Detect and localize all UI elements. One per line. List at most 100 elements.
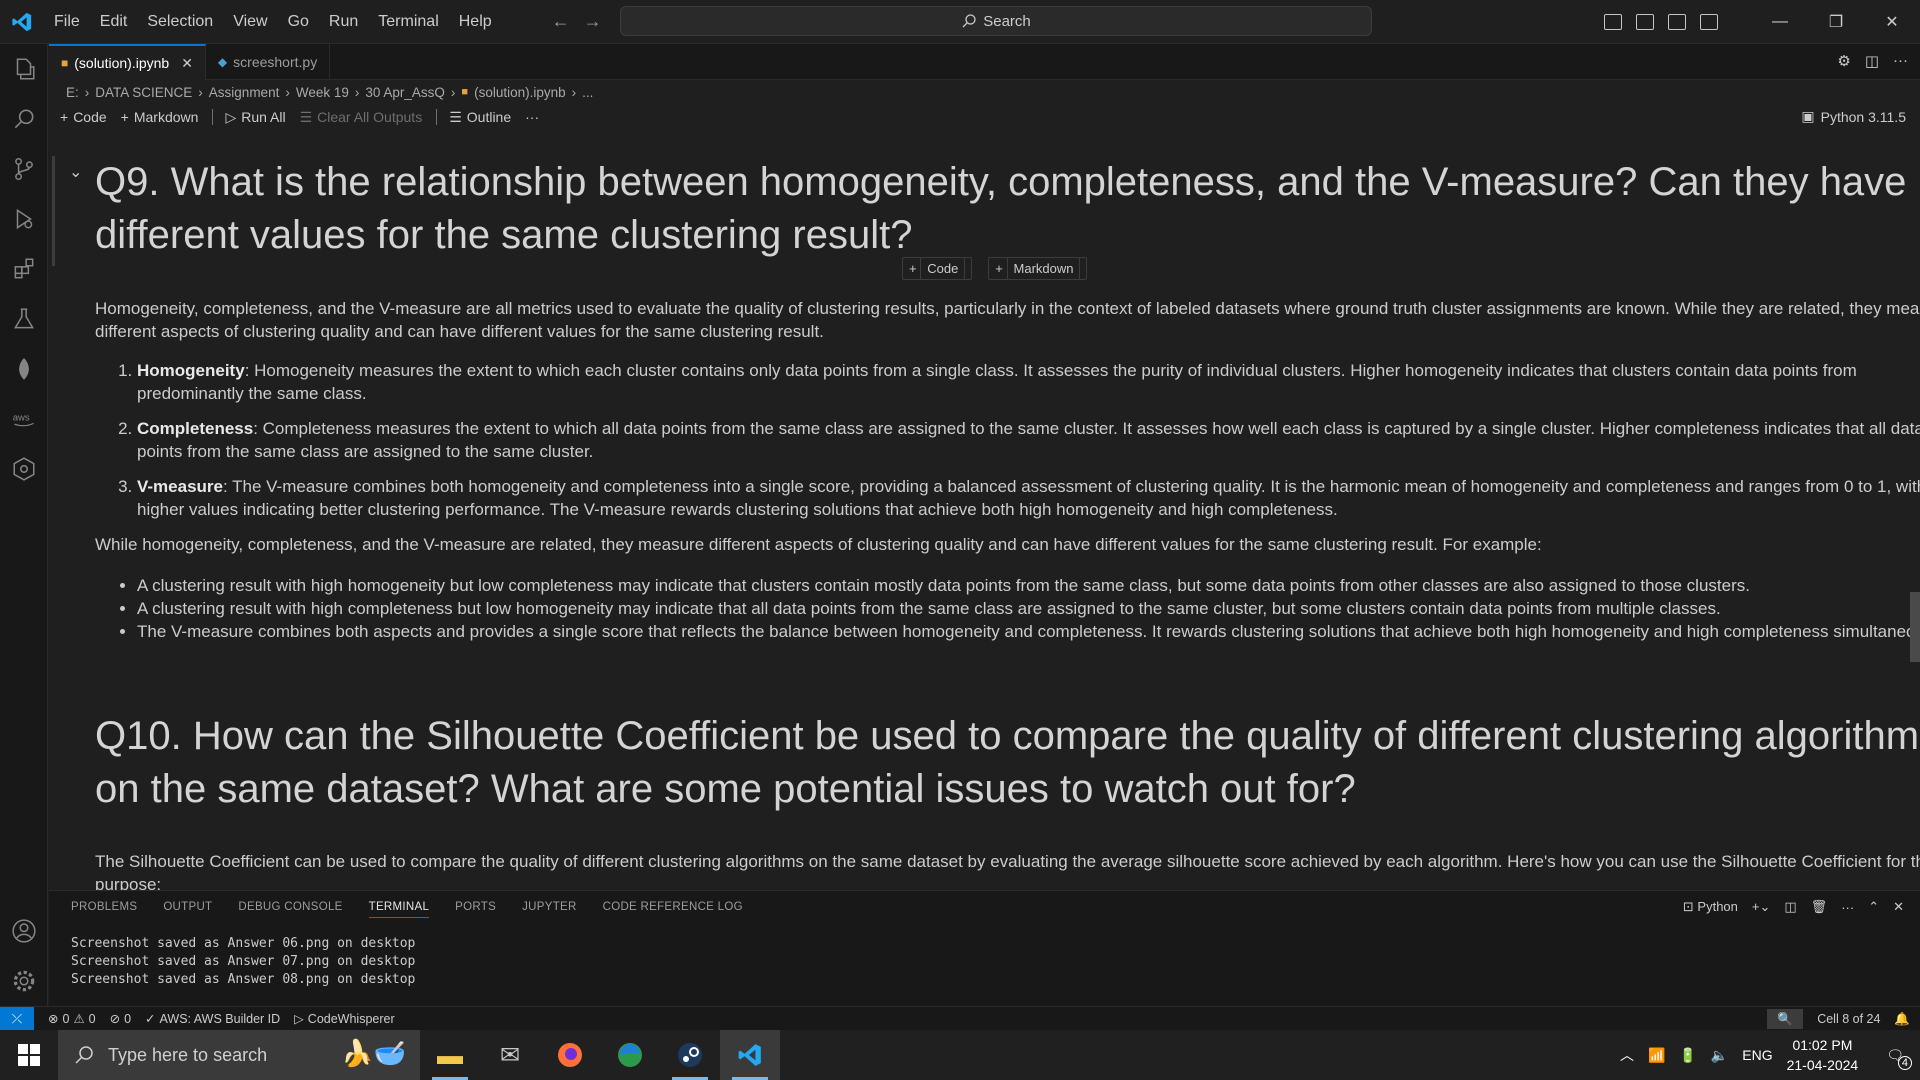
explorer-icon[interactable]: [0, 44, 48, 94]
problems-status[interactable]: ⊗ 0 ⚠ 0: [48, 1011, 96, 1027]
editor-scrollbar[interactable]: [1910, 592, 1920, 662]
kernel-icon: ▣: [1801, 108, 1815, 124]
customize-layout-icon[interactable]: [1700, 14, 1718, 30]
vscode-taskbar-icon[interactable]: [720, 1030, 780, 1080]
toggle-secondary-sidebar-icon[interactable]: [1668, 14, 1686, 30]
run-debug-icon[interactable]: [0, 194, 48, 244]
trash-icon[interactable]: 🗑: [1811, 899, 1828, 915]
breadcrumb-item[interactable]: ...: [582, 85, 593, 100]
back-arrow-icon[interactable]: ←: [552, 11, 570, 32]
add-code-cell-button[interactable]: + Code: [60, 109, 107, 125]
notifications-bell-icon[interactable]: 🔔: [1894, 1012, 1910, 1027]
new-terminal-icon[interactable]: +⌄: [1752, 899, 1770, 915]
toggle-primary-sidebar-icon[interactable]: [1604, 14, 1622, 30]
clear-all-outputs-button[interactable]: ☰ Clear All Outputs: [300, 109, 423, 126]
menu-file[interactable]: File: [44, 0, 90, 44]
tab-jupyter[interactable]: JUPYTER: [522, 901, 577, 918]
search-icon[interactable]: [0, 94, 48, 144]
tab-terminal[interactable]: TERMINAL: [368, 901, 430, 918]
tab-screeshort-py[interactable]: ◆ screeshort.py: [206, 44, 331, 80]
tab-code-reference-log[interactable]: CODE REFERENCE LOG: [603, 901, 743, 918]
breadcrumb-item[interactable]: 30 Apr_AssQ: [365, 85, 445, 100]
menu-edit[interactable]: Edit: [90, 0, 138, 44]
show-hidden-icons-chevron-icon[interactable]: ︿: [1620, 1045, 1634, 1065]
tab-problems[interactable]: PROBLEMS: [71, 901, 137, 918]
markdown-cell-q10-answer[interactable]: The Silhouette Coefficient can be used t…: [95, 850, 1920, 890]
terminal-output[interactable]: Screenshot saved as Answer 06.png on des…: [71, 935, 415, 989]
accounts-icon[interactable]: [0, 906, 48, 956]
network-wifi-icon[interactable]: 📶: [1648, 1047, 1665, 1064]
leaf-icon[interactable]: [0, 344, 48, 394]
tab-label: screeshort.py: [233, 54, 318, 70]
terminal-shell-selector[interactable]: ⊡ Python: [1683, 899, 1738, 915]
more-actions-icon[interactable]: ···: [1841, 900, 1854, 915]
run-all-button[interactable]: ▷ Run All: [225, 109, 285, 126]
aws-status[interactable]: ✓ AWS: AWS Builder ID: [145, 1011, 280, 1027]
steam-icon[interactable]: [660, 1030, 720, 1080]
ports-status[interactable]: ⊘ 0: [109, 1011, 131, 1027]
remote-indicator-icon[interactable]: ⤫: [0, 1006, 34, 1031]
close-window-button[interactable]: ✕: [1864, 12, 1920, 32]
split-terminal-icon[interactable]: ◫: [1784, 899, 1796, 915]
more-actions-icon[interactable]: ···: [1893, 52, 1908, 70]
close-panel-icon[interactable]: ✕: [1893, 899, 1904, 915]
collapse-chevron-icon[interactable]: ⌄: [69, 162, 82, 182]
insert-markdown-cell-button[interactable]: + Markdown: [988, 257, 1088, 280]
breadcrumb-item[interactable]: (solution).ipynb: [474, 85, 566, 100]
menu-view[interactable]: View: [223, 0, 277, 44]
file-explorer-icon[interactable]: ▬: [420, 1030, 480, 1080]
notification-center-icon[interactable]: 🗨 4: [1886, 1047, 1912, 1070]
toggle-panel-icon[interactable]: [1636, 14, 1654, 30]
edge-browser-icon[interactable]: [600, 1030, 660, 1080]
codewhisperer-status[interactable]: ▷ CodeWhisperer: [294, 1011, 394, 1027]
language-indicator[interactable]: ENG: [1742, 1047, 1772, 1063]
breadcrumb-item[interactable]: Assignment: [209, 85, 280, 100]
maximize-panel-icon[interactable]: ⌃: [1868, 899, 1879, 915]
source-control-icon[interactable]: [0, 144, 48, 194]
breadcrumb-item[interactable]: E:: [66, 85, 79, 100]
error-icon: ⊗: [48, 1012, 59, 1026]
windows-start-icon[interactable]: [0, 1030, 58, 1080]
cell-position[interactable]: Cell 8 of 24: [1817, 1012, 1880, 1026]
split-editor-icon[interactable]: ◫: [1865, 52, 1879, 70]
command-center-search[interactable]: Search: [620, 6, 1372, 36]
volume-icon[interactable]: 🔈: [1711, 1047, 1728, 1064]
battery-icon[interactable]: 🔋: [1679, 1047, 1696, 1064]
aws-icon[interactable]: aws: [0, 394, 48, 444]
menu-go[interactable]: Go: [278, 0, 319, 44]
breadcrumb-item[interactable]: DATA SCIENCE: [95, 85, 192, 100]
taskbar-search-box[interactable]: Type here to search 🍌🥣: [58, 1030, 420, 1080]
extensions-icon[interactable]: [0, 244, 48, 294]
markdown-cell-answer[interactable]: Homogeneity, completeness, and the V-mea…: [95, 297, 1920, 643]
zoom-icon[interactable]: 🔍: [1767, 1009, 1804, 1029]
ports-icon: ⊘: [109, 1012, 121, 1026]
markdown-cell-q10[interactable]: Q10. How can the Silhouette Coefficient …: [95, 710, 1920, 816]
hexagon-extension-icon[interactable]: [0, 444, 48, 494]
notebook-settings-gear-icon[interactable]: ⚙: [1837, 52, 1850, 70]
tab-debug-console[interactable]: DEBUG CONSOLE: [238, 901, 342, 918]
kernel-picker[interactable]: ▣ Python 3.11.5: [1801, 108, 1906, 125]
menu-run[interactable]: Run: [319, 0, 368, 44]
tab-output[interactable]: OUTPUT: [163, 901, 212, 918]
breadcrumb-item[interactable]: Week 19: [296, 85, 349, 100]
clock[interactable]: 01:02 PM 21-04-2024: [1787, 1035, 1859, 1075]
menu-help[interactable]: Help: [449, 0, 502, 44]
insert-code-cell-button[interactable]: + Code: [902, 257, 973, 280]
settings-gear-icon[interactable]: [0, 956, 48, 1006]
outline-button[interactable]: ☰ Outline: [449, 109, 511, 126]
notebook-editor[interactable]: ⌄ Q9. What is the relationship between h…: [49, 132, 1920, 890]
tab-ports[interactable]: PORTS: [455, 901, 496, 918]
tab-solution-ipynb[interactable]: ■ (solution).ipynb ✕: [49, 44, 206, 80]
add-markdown-cell-button[interactable]: + Markdown: [121, 109, 199, 125]
markdown-cell-q9[interactable]: Q9. What is the relationship between hom…: [95, 156, 1920, 262]
testing-flask-icon[interactable]: [0, 294, 48, 344]
mail-app-icon[interactable]: ✉: [480, 1030, 540, 1080]
menu-selection[interactable]: Selection: [137, 0, 223, 44]
close-tab-icon[interactable]: ✕: [181, 55, 193, 72]
forward-arrow-icon[interactable]: →: [584, 11, 602, 32]
restore-button[interactable]: ❐: [1808, 12, 1864, 32]
firefox-icon[interactable]: [540, 1030, 600, 1080]
minimize-button[interactable]: —: [1752, 13, 1808, 31]
menu-terminal[interactable]: Terminal: [368, 0, 448, 44]
more-toolbar-actions-button[interactable]: ···: [525, 109, 539, 125]
